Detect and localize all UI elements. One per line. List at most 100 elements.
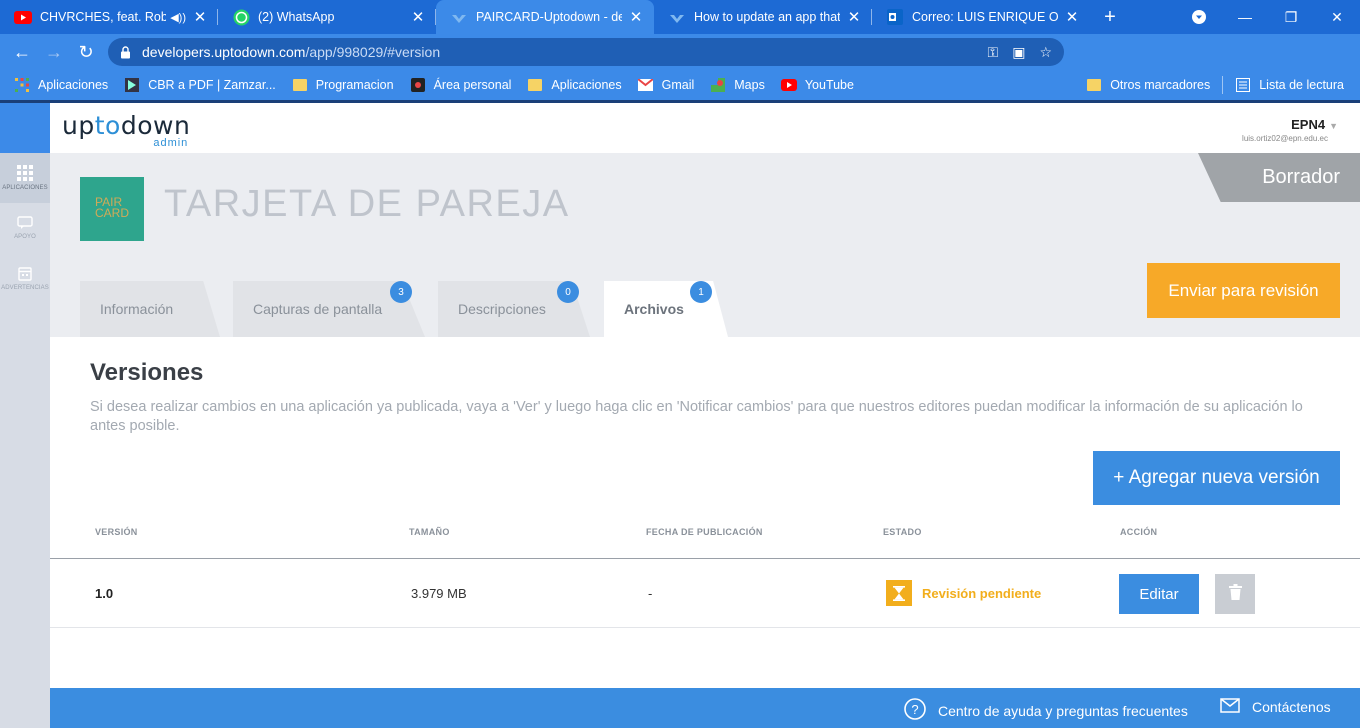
row-divider <box>50 627 1360 628</box>
logo-part: to <box>94 111 121 140</box>
help-center-link[interactable]: ? Centro de ayuda y preguntas frecuentes <box>904 698 1188 723</box>
column-header: FECHA DE PUBLICACIÓN <box>646 527 763 537</box>
close-window-icon[interactable]: ✕ <box>1314 0 1360 34</box>
address-bar[interactable]: developers.uptodown.com/app/998029/#vers… <box>108 38 1064 66</box>
whatsapp-icon <box>232 8 250 26</box>
sidebar-label: ADVERTENCIAS <box>1 284 49 291</box>
column-header: VERSIÓN <box>95 527 138 537</box>
app-icon-text: CARD <box>95 206 130 220</box>
close-tab-icon[interactable]: ✕ <box>846 8 862 26</box>
gmail-icon <box>638 77 654 93</box>
delete-button[interactable] <box>1215 574 1255 614</box>
date-cell: - <box>648 586 653 601</box>
tab-label: Descripciones <box>458 301 546 317</box>
tab-count-badge: 1 <box>690 281 712 303</box>
bookmark-zamzar[interactable]: CBR a PDF | Zamzar... <box>116 70 284 100</box>
reading-list[interactable]: Lista de lectura <box>1227 70 1352 100</box>
lock-icon[interactable] <box>108 45 142 59</box>
youtube-icon <box>14 8 32 26</box>
user-name: EPN4 <box>1291 117 1326 132</box>
tab-title: CHVRCHES, feat. Robert S <box>40 10 167 24</box>
forward-icon[interactable]: → <box>38 36 70 68</box>
close-tab-icon[interactable]: ✕ <box>1064 8 1080 26</box>
close-tab-icon[interactable]: ✕ <box>410 8 426 26</box>
version-cell: 1.0 <box>95 586 114 601</box>
sidebar-item-apoyo[interactable]: APOYO <box>0 203 50 253</box>
column-header: ACCIÓN <box>1120 527 1158 537</box>
table-header-divider <box>50 558 1360 559</box>
calendar-icon <box>18 266 32 283</box>
question-circle-icon: ? <box>904 698 938 723</box>
browser-tab[interactable]: CHVRCHES, feat. Robert S ◀)) ✕ <box>0 0 218 34</box>
tab-count-badge: 0 <box>557 281 579 303</box>
folder-icon <box>292 77 308 93</box>
add-version-button[interactable]: + Agregar nueva versión <box>1093 451 1340 505</box>
tab-title: Correo: LUIS ENRIQUE ORTIZ <box>912 10 1058 24</box>
bookmark-programacion[interactable]: Programacion <box>284 70 402 100</box>
tab-title: PAIRCARD-Uptodown - desar <box>476 10 622 24</box>
uptodown-logo[interactable]: uptodown admin <box>62 111 190 149</box>
sidebar-item-advertencias[interactable]: ADVERTENCIAS <box>0 253 50 303</box>
restore-icon[interactable]: ❐ <box>1268 0 1314 34</box>
caret-down-icon: ▼ <box>1329 121 1338 131</box>
browser-tab[interactable]: How to update an app that y ✕ <box>654 0 872 34</box>
sidebar-item-aplicaciones[interactable]: APLICACIONES <box>0 153 50 203</box>
status-badge: Borrador <box>1198 153 1360 202</box>
new-tab-button[interactable]: + <box>1090 0 1130 34</box>
minimize-icon[interactable]: — <box>1222 0 1268 34</box>
tab-informacion[interactable]: Información <box>80 281 220 337</box>
window-controls: — ❐ ✕ <box>1176 0 1360 34</box>
edit-button[interactable]: Editar <box>1119 574 1199 614</box>
speaker-icon[interactable]: ◀)) <box>170 11 186 24</box>
close-tab-icon[interactable]: ✕ <box>628 8 644 26</box>
trash-icon <box>1228 583 1242 605</box>
send-for-review-button[interactable]: Enviar para revisión <box>1147 263 1340 318</box>
bookmark-apps[interactable]: Aplicaciones <box>0 70 116 100</box>
contact-link[interactable]: Contáctenos <box>1220 698 1331 716</box>
tab-title: (2) WhatsApp <box>258 10 335 24</box>
bookmark-maps[interactable]: Maps <box>702 70 773 100</box>
url-text: developers.uptodown.com/app/998029/#vers… <box>142 44 988 60</box>
bookmark-gmail[interactable]: Gmail <box>630 70 703 100</box>
bookmark-otros[interactable]: Otros marcadores <box>1078 70 1218 100</box>
outlook-icon <box>886 8 904 26</box>
moodle-icon <box>410 77 426 93</box>
tab-search-icon[interactable] <box>1176 0 1222 34</box>
versions-panel: Versiones Si desea realizar cambios en u… <box>50 337 1360 688</box>
zamzar-icon <box>124 77 140 93</box>
reload-icon[interactable]: ↻ <box>70 36 102 68</box>
browser-tab-strip: CHVRCHES, feat. Robert S ◀)) ✕ (2) Whats… <box>0 0 1360 34</box>
key-icon[interactable]: ⚿ <box>988 44 999 61</box>
svg-text:?: ? <box>911 702 918 717</box>
size-cell: 3.979 MB <box>411 586 467 601</box>
bookmark-area-personal[interactable]: Área personal <box>402 70 520 100</box>
close-tab-icon[interactable]: ✕ <box>192 8 208 26</box>
user-menu[interactable]: EPN4 ▼ luis.ortiz02@epn.edu.ec <box>1242 117 1338 143</box>
back-icon[interactable]: ← <box>6 36 38 68</box>
bookmark-label: YouTube <box>804 78 854 92</box>
browser-tab[interactable]: (2) WhatsApp ✕ <box>218 0 436 34</box>
hourglass-icon <box>886 580 912 606</box>
bookmark-label: Otros marcadores <box>1110 78 1211 92</box>
tab-label: Información <box>100 301 174 317</box>
contact-label: Contáctenos <box>1252 699 1331 715</box>
browser-tab[interactable]: Correo: LUIS ENRIQUE ORTIZ ✕ <box>872 0 1090 34</box>
column-header: TAMAÑO <box>409 527 450 537</box>
section-description: Si desea realizar cambios en una aplicac… <box>90 399 1303 434</box>
bookmark-label: Aplicaciones <box>551 78 622 92</box>
bookmark-label: Área personal <box>433 78 512 92</box>
status-cell: Revisión pendiente <box>886 580 1041 606</box>
bookmark-aplicaciones-folder[interactable]: Aplicaciones <box>519 70 629 100</box>
star-icon[interactable]: ☆ <box>1039 44 1052 61</box>
sidebar-label: APOYO <box>14 234 36 240</box>
browser-toolbar: ← → ↻ developers.uptodown.com/app/998029… <box>0 34 1360 97</box>
folder-icon <box>1086 77 1102 93</box>
translate-icon[interactable]: ▣ <box>1012 44 1025 61</box>
logo-subtitle: admin <box>153 137 189 149</box>
uptodown-icon <box>668 8 686 26</box>
browser-tab-active[interactable]: PAIRCARD-Uptodown - desar ✕ <box>436 0 654 34</box>
bookmark-youtube[interactable]: YouTube <box>773 70 862 100</box>
tab-label: Archivos <box>624 301 684 317</box>
bookmark-label: Aplicaciones <box>38 78 109 92</box>
tab-count-badge: 3 <box>390 281 412 303</box>
